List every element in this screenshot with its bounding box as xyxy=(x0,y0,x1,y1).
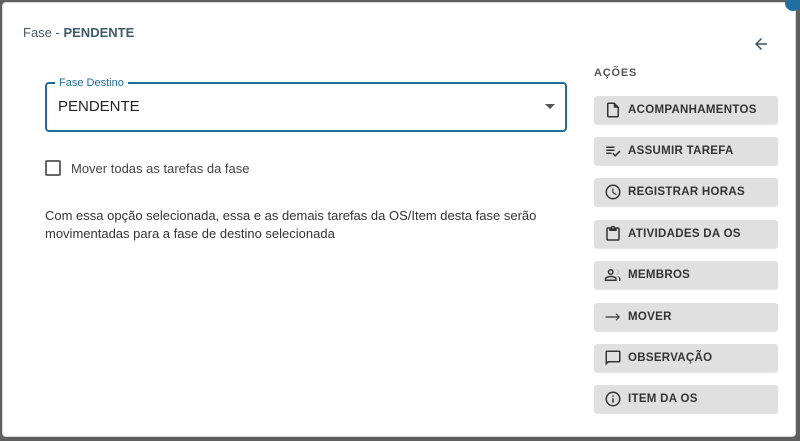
registrar-horas-button[interactable]: REGISTRAR HORAS xyxy=(594,178,778,206)
caret-down-icon xyxy=(545,104,555,109)
assumir-tarefa-label: ASSUMIR TAREFA xyxy=(628,145,734,157)
move-all-description: Com essa opção selecionada, essa e as de… xyxy=(45,208,537,241)
acompanhamentos-button[interactable]: ACOMPANHAMENTOS xyxy=(594,96,778,124)
membros-button[interactable]: MEMBROS xyxy=(594,261,778,289)
fase-destino-label: Fase Destino xyxy=(55,76,128,90)
dialog-title: Fase - PENDENTE xyxy=(23,25,134,40)
registrar-horas-label: REGISTRAR HORAS xyxy=(628,186,745,198)
atividades-da-os-button[interactable]: ATIVIDADES DA OS xyxy=(594,220,778,248)
observacao-button[interactable]: OBSERVAÇÃO xyxy=(594,344,778,372)
mover-label: MOVER xyxy=(628,311,672,323)
item-da-os-label: ITEM DA OS xyxy=(628,393,698,405)
clipboard-icon xyxy=(603,224,623,244)
corner-indicator xyxy=(785,0,800,11)
document-icon xyxy=(603,100,623,120)
people-icon xyxy=(603,265,623,285)
fase-destino-select[interactable]: Fase Destino PENDENTE xyxy=(45,76,567,132)
clock-icon xyxy=(603,182,623,202)
move-all-checkbox-label: Mover todas as tarefas da fase xyxy=(71,160,250,176)
arrow-left-icon xyxy=(755,38,767,50)
move-all-checkbox[interactable] xyxy=(45,160,61,176)
acompanhamentos-label: ACOMPANHAMENTOS xyxy=(628,104,757,116)
atividades-da-os-label: ATIVIDADES DA OS xyxy=(628,228,741,240)
assumir-tarefa-button[interactable]: ASSUMIR TAREFA xyxy=(594,137,778,165)
arrow-right-icon xyxy=(603,307,623,327)
mover-button[interactable]: MOVER xyxy=(594,303,778,331)
comment-icon xyxy=(603,348,623,368)
dialog-title-prefix: Fase - xyxy=(23,25,64,40)
back-button[interactable] xyxy=(747,30,775,58)
membros-label: MEMBROS xyxy=(628,269,691,281)
playlist-check-icon xyxy=(603,141,623,161)
actions-title: AÇÕES xyxy=(594,67,638,79)
observacao-label: OBSERVAÇÃO xyxy=(628,352,713,364)
info-icon xyxy=(603,389,623,409)
item-da-os-button[interactable]: ITEM DA OS xyxy=(594,385,778,413)
fase-destino-value: PENDENTE xyxy=(58,98,140,115)
dialog-title-phase: PENDENTE xyxy=(63,25,135,40)
dialog: Fase - PENDENTE Fase Destino PENDENTE Mo… xyxy=(2,0,800,437)
move-all-checkbox-row[interactable]: Mover todas as tarefas da fase xyxy=(45,160,249,176)
